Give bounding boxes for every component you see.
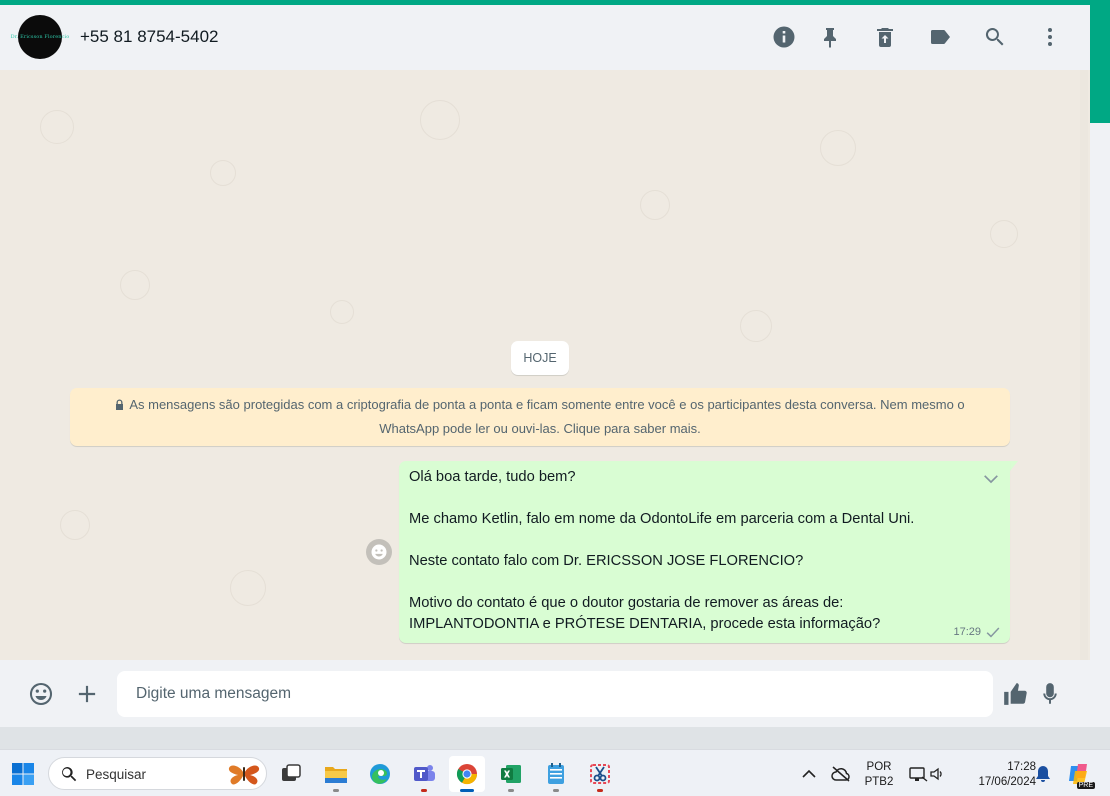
- chat-header: Dr. Ericsson Florencio +55 81 8754-5402: [0, 5, 1090, 70]
- language-code: POR: [866, 761, 892, 773]
- wallpaper-doodle: [330, 300, 354, 324]
- network-icon: [909, 767, 928, 782]
- tray-onedrive[interactable]: [824, 756, 858, 792]
- attach-plus-icon[interactable]: [74, 681, 100, 707]
- wallpaper-doodle: [210, 160, 236, 186]
- running-indicator: [508, 789, 514, 792]
- chat-area[interactable]: HOJE As mensagens são protegidas com a c…: [0, 70, 1090, 660]
- wallpaper-doodle: [740, 310, 772, 342]
- wallpaper-doodle: [820, 130, 856, 166]
- wallpaper-doodle: [640, 190, 670, 220]
- wallpaper-doodle: [420, 100, 460, 140]
- tray-network-sound[interactable]: [905, 756, 949, 792]
- cloud-offline-icon: [831, 766, 850, 782]
- encryption-notice[interactable]: As mensagens são protegidas com a cripto…: [70, 388, 1010, 446]
- outgoing-message[interactable]: Olá boa tarde, tudo bem? Me chamo Ketlin…: [399, 461, 1010, 643]
- contact-avatar[interactable]: Dr. Ericsson Florencio: [11, 15, 69, 59]
- page-scrollbar-thumb[interactable]: [1090, 5, 1110, 123]
- teams-icon: [414, 765, 435, 781]
- running-indicator: [421, 789, 427, 792]
- taskbar-edge[interactable]: [362, 756, 398, 792]
- info-icon[interactable]: [772, 25, 796, 49]
- label-icon[interactable]: [928, 25, 952, 49]
- folder-icon: [325, 767, 347, 783]
- edge-icon: [370, 764, 390, 784]
- search-icon: [62, 767, 77, 782]
- wallpaper-doodle: [40, 110, 74, 144]
- wallpaper-doodle: [120, 270, 150, 300]
- lock-icon: [115, 394, 124, 410]
- menu-icon[interactable]: [1038, 25, 1062, 49]
- tray-overflow-button[interactable]: [792, 756, 826, 792]
- message-line: Neste contato falo com Dr. ERICSSON JOSE…: [409, 553, 804, 569]
- encryption-notice-line2: WhatsApp pode ler ou ouvi-las. Clique pa…: [379, 421, 701, 436]
- message-input[interactable]: [117, 671, 993, 717]
- encryption-notice-line1: As mensagens são protegidas com a cripto…: [129, 397, 965, 412]
- bell-icon: [1036, 766, 1050, 782]
- message-line: Motivo do contato é que o doutor gostari…: [409, 595, 844, 611]
- taskbar-notepad[interactable]: [538, 756, 574, 792]
- message-line: Me chamo Ketlin, falo em nome da OdontoL…: [409, 511, 915, 527]
- taskbar-teams[interactable]: [406, 756, 442, 792]
- message-line: IMPLANTODONTIA e PRÓTESE DENTARIA, proce…: [409, 616, 881, 632]
- taskbar-chrome[interactable]: [449, 756, 485, 792]
- excel-icon: [501, 765, 521, 783]
- butterfly-icon: [228, 765, 260, 785]
- bubble-tail: [1010, 461, 1018, 471]
- smiley-icon: [371, 544, 387, 560]
- active-indicator: [460, 789, 474, 792]
- chat-scrollbar[interactable]: [1080, 70, 1088, 660]
- message-time: 17:29: [953, 626, 981, 638]
- thumbs-up-icon[interactable]: [1002, 681, 1028, 707]
- snipping-tool-icon: [590, 764, 610, 784]
- taskbar-snipping-tool[interactable]: [582, 756, 618, 792]
- chevron-down-icon[interactable]: [982, 469, 1000, 487]
- pin-icon[interactable]: [818, 25, 842, 49]
- clock-date: 17/06/2024: [978, 776, 1036, 788]
- windows-taskbar: Pesquisar POR PTB2 17:28 17/06/2024 PRE: [0, 749, 1110, 796]
- search-icon[interactable]: [983, 25, 1007, 49]
- start-button[interactable]: [5, 756, 41, 792]
- microphone-icon[interactable]: [1037, 681, 1063, 707]
- chrome-icon: [456, 764, 478, 785]
- wallpaper-doodle: [60, 510, 90, 540]
- emoji-icon[interactable]: [28, 681, 54, 707]
- keyboard-layout: PTB2: [864, 776, 894, 788]
- windows-logo-icon: [12, 763, 34, 785]
- running-indicator: [553, 789, 559, 792]
- volume-icon: [930, 767, 942, 781]
- task-view-icon: [282, 764, 301, 781]
- copilot-preview-badge: PRE: [1076, 782, 1095, 789]
- tray-language[interactable]: POR PTB2: [858, 760, 900, 790]
- tray-notifications[interactable]: [1030, 756, 1056, 792]
- taskbar-excel[interactable]: [493, 756, 529, 792]
- notepad-icon: [548, 763, 564, 784]
- tray-copilot[interactable]: PRE: [1062, 756, 1096, 792]
- delete-icon[interactable]: [873, 25, 897, 49]
- taskbar-task-view[interactable]: [273, 756, 309, 792]
- date-chip: HOJE: [511, 341, 569, 375]
- tray-clock[interactable]: 17:28 17/06/2024: [958, 760, 1036, 790]
- running-indicator: [333, 789, 339, 792]
- compose-bar: [0, 660, 1090, 727]
- single-check-icon: [986, 627, 1000, 638]
- taskbar-search[interactable]: Pesquisar: [48, 757, 267, 790]
- taskbar-file-explorer[interactable]: [318, 756, 354, 792]
- message-meta: 17:29: [953, 626, 1000, 638]
- avatar-logo-text: Dr. Ericsson Florencio: [10, 34, 70, 40]
- taskbar-search-label: Pesquisar: [86, 767, 147, 782]
- running-indicator: [597, 789, 603, 792]
- wallpaper-doodle: [230, 570, 266, 606]
- message-line: Olá boa tarde, tudo bem?: [409, 469, 576, 485]
- whatsapp-window: Dr. Ericsson Florencio +55 81 8754-5402: [0, 5, 1090, 727]
- emoji-reaction-button[interactable]: [366, 539, 392, 565]
- wallpaper-doodle: [990, 220, 1018, 248]
- chevron-up-icon: [802, 769, 816, 778]
- page-scrollbar[interactable]: [1090, 5, 1110, 727]
- contact-name[interactable]: +55 81 8754-5402: [80, 27, 219, 47]
